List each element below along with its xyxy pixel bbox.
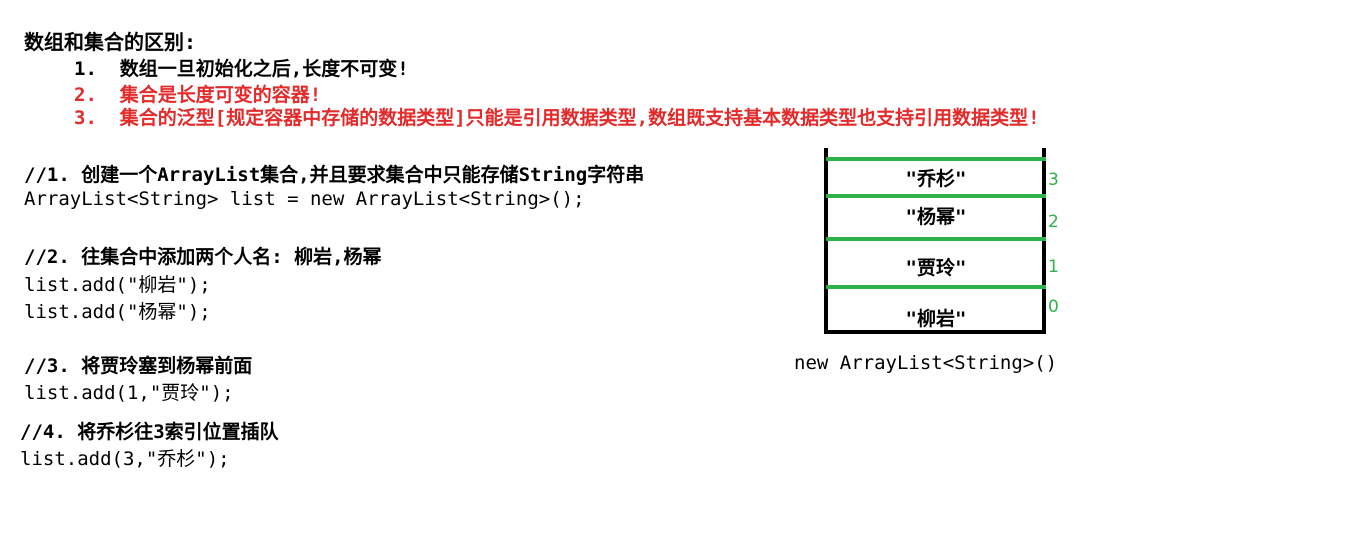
arraylist-diagram: "乔杉" "杨幂" "贾玲" "柳岩" 3 2 1 0: [816, 140, 1076, 350]
step2-code-2: list.add("杨幂");: [24, 301, 211, 323]
index-label: 0: [1048, 297, 1059, 317]
element-label: "贾玲": [905, 257, 967, 279]
step1-code: ArrayList<String> list = new ArrayList<S…: [24, 188, 585, 210]
index-label: 1: [1048, 257, 1059, 277]
step2-comment: //2. 往集合中添加两个人名: 柳岩,杨幂: [24, 246, 382, 268]
slot-divider: [826, 237, 1046, 241]
element-label: "乔杉": [905, 168, 967, 190]
heading: 数组和集合的区别:: [24, 30, 197, 54]
step4-code: list.add(3,"乔杉");: [20, 448, 230, 470]
difference-1: 1. 数组一旦初始化之后,长度不可变!: [74, 58, 409, 80]
element-label: "杨幂": [905, 206, 967, 228]
index-label: 2: [1048, 212, 1059, 232]
slot-divider: [826, 194, 1046, 198]
step4-comment: //4. 将乔杉往3索引位置插队: [20, 421, 279, 443]
index-label: 3: [1048, 170, 1059, 190]
slot-divider: [826, 285, 1046, 289]
step3-code: list.add(1,"贾玲");: [24, 382, 234, 404]
element-label: "柳岩": [905, 308, 967, 330]
diagram-caption: new ArrayList<String>(): [794, 352, 1058, 374]
slot-divider: [826, 157, 1046, 161]
step1-comment: //1. 创建一个ArrayList集合,并且要求集合中只能存储String字符…: [24, 164, 645, 186]
step3-comment: //3. 将贾玲塞到杨幂前面: [24, 355, 253, 377]
step2-code-1: list.add("柳岩");: [24, 274, 211, 296]
difference-3: 3. 集合的泛型[规定容器中存储的数据类型]只能是引用数据类型,数组既支持基本数…: [74, 107, 1040, 129]
